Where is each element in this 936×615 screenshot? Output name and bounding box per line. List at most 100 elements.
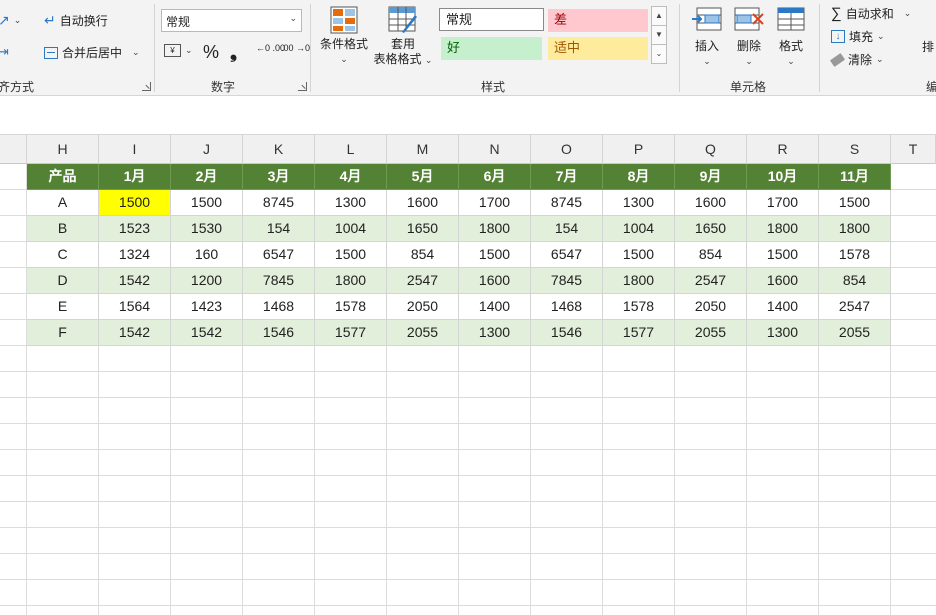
conditional-format-button[interactable]: 条件格式 ⌄ [316,6,372,67]
table-cell[interactable]: 1542 [99,268,171,294]
gallery-more-icon[interactable]: ⌄ [651,44,667,64]
style-normal[interactable]: 常规 [439,8,544,31]
table-cell[interactable]: 1700 [747,190,819,216]
table-cell[interactable]: 1300 [315,190,387,216]
table-header-cell[interactable]: 7月 [531,164,603,190]
column-header-n[interactable]: N [459,135,531,164]
select-all-corner[interactable] [0,135,27,164]
table-cell[interactable]: 154 [531,216,603,242]
product-cell[interactable]: F [27,320,99,346]
column-header-m[interactable]: M [387,135,459,164]
alignment-dialog-launcher-icon[interactable] [142,82,151,91]
column-header-o[interactable]: O [531,135,603,164]
table-cell[interactable]: 7845 [243,268,315,294]
fill-button[interactable]: ↓ 填充 ⌄ [831,28,885,45]
table-cell[interactable]: 6547 [243,242,315,268]
style-bad[interactable]: 差 [548,9,648,32]
table-cell[interactable]: 1468 [531,294,603,320]
column-header-r[interactable]: R [747,135,819,164]
sort-filter-button[interactable]: 排 [922,38,934,55]
highlighted-cell[interactable]: 1500 [99,190,171,216]
table-cell[interactable]: 1468 [243,294,315,320]
table-cell[interactable]: 1500 [171,190,243,216]
table-cell[interactable]: 2055 [387,320,459,346]
table-cell[interactable]: 1500 [747,242,819,268]
table-header-cell[interactable]: 1月 [99,164,171,190]
table-cell[interactable]: 1530 [171,216,243,242]
column-header-h[interactable]: H [27,135,99,164]
table-cell[interactable]: 1500 [603,242,675,268]
column-header-k[interactable]: K [243,135,315,164]
table-cell[interactable]: 854 [819,268,891,294]
table-cell[interactable]: 1546 [531,320,603,346]
table-cell[interactable]: 1004 [315,216,387,242]
decrease-decimal-button[interactable]: .00 →0 [281,44,310,53]
table-cell[interactable]: 8745 [243,190,315,216]
accounting-format-button[interactable]: ¥ ⌄ [164,44,193,57]
indent-button[interactable]: ⇥ [0,44,9,60]
table-header-cell[interactable]: 4月 [315,164,387,190]
table-cell[interactable]: 1800 [747,216,819,242]
table-cell[interactable]: 2055 [675,320,747,346]
table-cell[interactable]: 154 [243,216,315,242]
insert-cells-button[interactable]: 插入 ⌄ [688,6,726,69]
table-cell[interactable]: 1564 [99,294,171,320]
format-as-table-button[interactable]: 套用 表格格式 ⌄ [372,6,434,68]
table-cell[interactable]: 1423 [171,294,243,320]
column-header-q[interactable]: Q [675,135,747,164]
product-cell[interactable]: E [27,294,99,320]
table-header-cell[interactable]: 2月 [171,164,243,190]
table-cell[interactable]: 1400 [747,294,819,320]
table-cell[interactable]: 1577 [603,320,675,346]
table-cell[interactable]: 1300 [459,320,531,346]
table-cell[interactable]: 854 [675,242,747,268]
table-cell[interactable]: 1650 [387,216,459,242]
delete-cells-button[interactable]: 删除 ⌄ [730,6,768,69]
style-neutral[interactable]: 适中 [548,37,648,60]
table-cell[interactable]: 1600 [459,268,531,294]
table-cell[interactable]: 1523 [99,216,171,242]
product-cell[interactable]: B [27,216,99,242]
percent-style-button[interactable]: % [203,42,219,63]
table-cell[interactable]: 1300 [747,320,819,346]
autosum-button[interactable]: ∑ 自动求和 ⌄ [831,5,911,22]
table-cell[interactable]: 2547 [675,268,747,294]
table-cell[interactable]: 160 [171,242,243,268]
table-cell[interactable]: 1600 [387,190,459,216]
table-cell[interactable]: 854 [387,242,459,268]
table-cell[interactable]: 8745 [531,190,603,216]
table-cell[interactable]: 1600 [747,268,819,294]
table-cell[interactable]: 2547 [387,268,459,294]
column-header-l[interactable]: L [315,135,387,164]
table-header-cell[interactable]: 11月 [819,164,891,190]
table-cell[interactable]: 1578 [315,294,387,320]
gallery-scroll-up-icon[interactable]: ▲ [651,6,667,26]
table-cell[interactable]: 1700 [459,190,531,216]
table-cell[interactable]: 7845 [531,268,603,294]
column-header-j[interactable]: J [171,135,243,164]
table-cell[interactable]: 1004 [603,216,675,242]
column-header-s[interactable]: S [819,135,891,164]
table-cell[interactable]: 1200 [171,268,243,294]
gallery-scroll-down-icon[interactable]: ▼ [651,25,667,45]
clear-button[interactable]: 清除 ⌄ [829,51,884,68]
table-cell[interactable]: 1650 [675,216,747,242]
table-cell[interactable]: 1577 [315,320,387,346]
table-cell[interactable]: 1578 [819,242,891,268]
table-cell[interactable]: 1546 [243,320,315,346]
comma-style-button[interactable]: ❟ [230,42,237,63]
table-cell[interactable]: 1542 [171,320,243,346]
product-cell[interactable]: C [27,242,99,268]
table-cell[interactable]: 2547 [819,294,891,320]
column-header-p[interactable]: P [603,135,675,164]
number-format-select[interactable]: 常规 ⌄ [161,9,302,32]
table-cell[interactable]: 1542 [99,320,171,346]
product-cell[interactable]: A [27,190,99,216]
table-cell[interactable]: 1500 [459,242,531,268]
table-cell[interactable]: 1500 [315,242,387,268]
table-cell[interactable]: 2055 [819,320,891,346]
table-cell[interactable]: 1400 [459,294,531,320]
table-cell[interactable]: 1800 [603,268,675,294]
table-header-cell[interactable]: 产品 [27,164,99,190]
table-cell[interactable]: 1500 [819,190,891,216]
